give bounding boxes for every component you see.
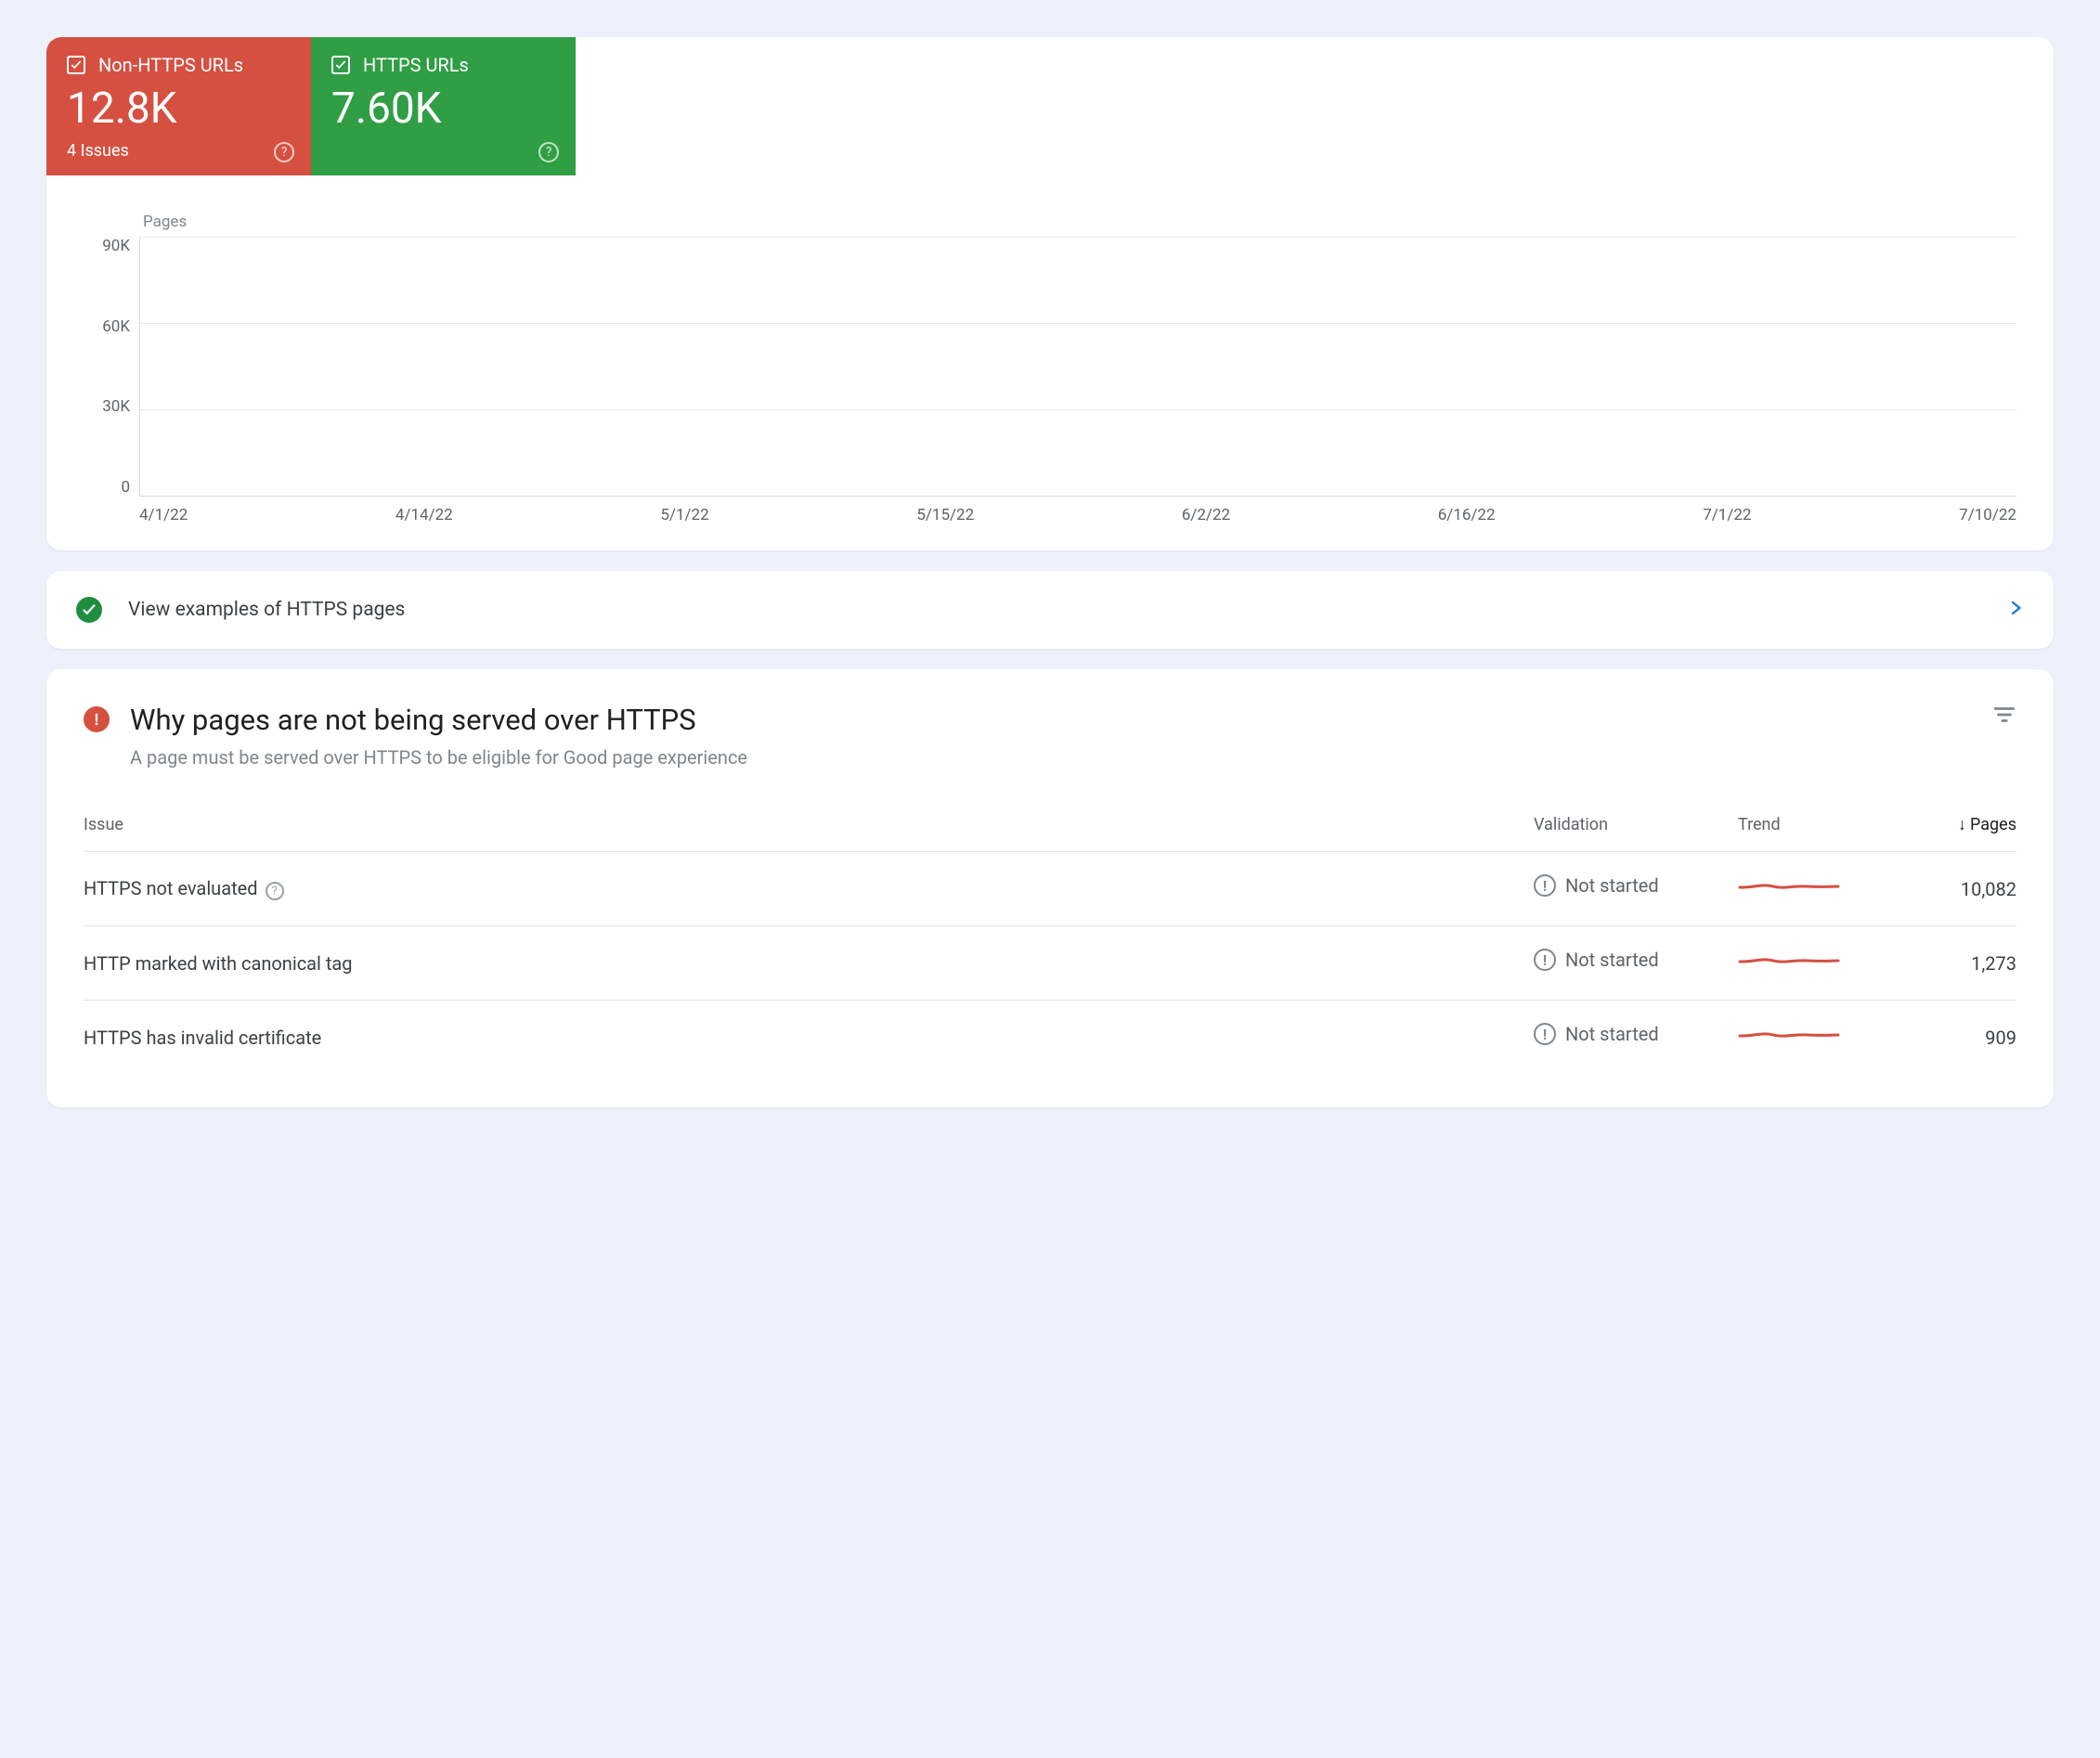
trend-cell: [1738, 926, 1886, 1001]
x-tick: 4/14/22: [395, 506, 453, 524]
checkbox-checked-icon[interactable]: [67, 56, 85, 74]
help-icon[interactable]: ?: [274, 142, 294, 162]
x-tick: 7/1/22: [1703, 506, 1751, 524]
https-value: 7.60K: [331, 84, 555, 134]
y-tick: 30K: [84, 397, 130, 416]
issues-title: Why pages are not being served over HTTP…: [130, 703, 1992, 737]
y-tick: 60K: [84, 317, 130, 336]
x-tick: 4/1/22: [139, 506, 188, 524]
validation-status-text: Not started: [1565, 1023, 1659, 1045]
col-pages[interactable]: ↓Pages: [1886, 815, 2016, 852]
help-icon[interactable]: ?: [538, 142, 559, 162]
chart-plot-area: [139, 237, 2016, 497]
validation-status-text: Not started: [1565, 949, 1659, 971]
pages-chart: Pages 90K 60K 30K 0 4/1/22 4/14/22 5/1/22 5/15…: [46, 175, 2054, 524]
table-row[interactable]: HTTPS not evaluated?! Not started 10,082: [84, 852, 2016, 926]
table-row[interactable]: HTTP marked with canonical tag! Not start…: [84, 926, 2016, 1001]
trend-sparkline-icon: [1738, 874, 1840, 898]
validation-status-icon: !: [1534, 1023, 1556, 1045]
x-tick: 6/2/22: [1182, 506, 1230, 524]
filter-icon[interactable]: [1992, 703, 2016, 730]
pages-count-cell: 909: [1886, 1001, 2016, 1075]
issues-table: Issue Validation Trend ↓Pages HTTPS not …: [84, 815, 2016, 1074]
x-tick: 6/16/22: [1438, 506, 1496, 524]
arrow-down-icon: ↓: [1958, 815, 1966, 834]
validation-cell: ! Not started: [1534, 1001, 1738, 1067]
col-trend: Trend: [1738, 815, 1886, 852]
https-overview-card: Non-HTTPS URLs 12.8K 4 Issues ? HTTPS UR…: [46, 37, 2054, 550]
pages-count-cell: 1,273: [1886, 926, 2016, 1001]
issue-name-cell: HTTPS not evaluated?: [84, 852, 1534, 926]
checkbox-checked-icon[interactable]: [331, 56, 350, 74]
help-icon[interactable]: ?: [266, 882, 284, 900]
non-https-value: 12.8K: [67, 84, 291, 134]
https-label: HTTPS URLs: [363, 54, 469, 76]
validation-cell: ! Not started: [1534, 852, 1738, 919]
validation-status-text: Not started: [1565, 874, 1659, 897]
issues-table-header: Issue Validation Trend ↓Pages: [84, 815, 2016, 852]
https-stat-tile[interactable]: HTTPS URLs 7.60K ?: [311, 37, 576, 175]
non-https-issues-count: 4 Issues: [67, 141, 291, 161]
view-examples-label: View examples of HTTPS pages: [128, 599, 2007, 621]
issues-subtitle: A page must be served over HTTPS to be e…: [130, 746, 1992, 769]
pages-count-cell: 10,082: [1886, 852, 2016, 926]
check-circle-icon: [76, 597, 102, 623]
non-https-stat-tile[interactable]: Non-HTTPS URLs 12.8K 4 Issues ?: [46, 37, 311, 175]
col-issue: Issue: [84, 815, 1534, 852]
issue-name-cell: HTTP marked with canonical tag: [84, 926, 1534, 1001]
view-examples-link[interactable]: View examples of HTTPS pages: [46, 571, 2054, 649]
y-tick: 0: [84, 478, 130, 497]
y-tick: 90K: [84, 237, 130, 255]
x-tick: 5/1/22: [660, 506, 708, 524]
non-https-label: Non-HTTPS URLs: [98, 54, 243, 76]
issue-name-cell: HTTPS has invalid certificate: [84, 1001, 1534, 1075]
trend-sparkline-icon: [1738, 1023, 1840, 1047]
chart-x-axis: 4/1/22 4/14/22 5/1/22 5/15/22 6/2/22 6/16/22 7…: [139, 497, 2016, 524]
x-tick: 7/10/22: [1959, 506, 2016, 524]
stat-tiles-row: Non-HTTPS URLs 12.8K 4 Issues ? HTTPS UR…: [46, 37, 2054, 175]
trend-cell: [1738, 1001, 1886, 1075]
chevron-right-icon: [2007, 595, 2024, 625]
validation-cell: ! Not started: [1534, 926, 1738, 993]
trend-cell: [1738, 852, 1886, 926]
x-tick: 5/15/22: [916, 506, 974, 524]
col-validation: Validation: [1534, 815, 1738, 852]
table-row[interactable]: HTTPS has invalid certificate! Not starte…: [84, 1001, 2016, 1075]
trend-sparkline-icon: [1738, 949, 1840, 973]
issues-card: Why pages are not being served over HTTP…: [46, 669, 2054, 1107]
validation-status-icon: !: [1534, 949, 1556, 971]
chart-y-title: Pages: [143, 213, 2016, 231]
chart-y-axis: 90K 60K 30K 0: [84, 237, 139, 497]
error-circle-icon: [84, 706, 110, 732]
validation-status-icon: !: [1534, 874, 1556, 897]
